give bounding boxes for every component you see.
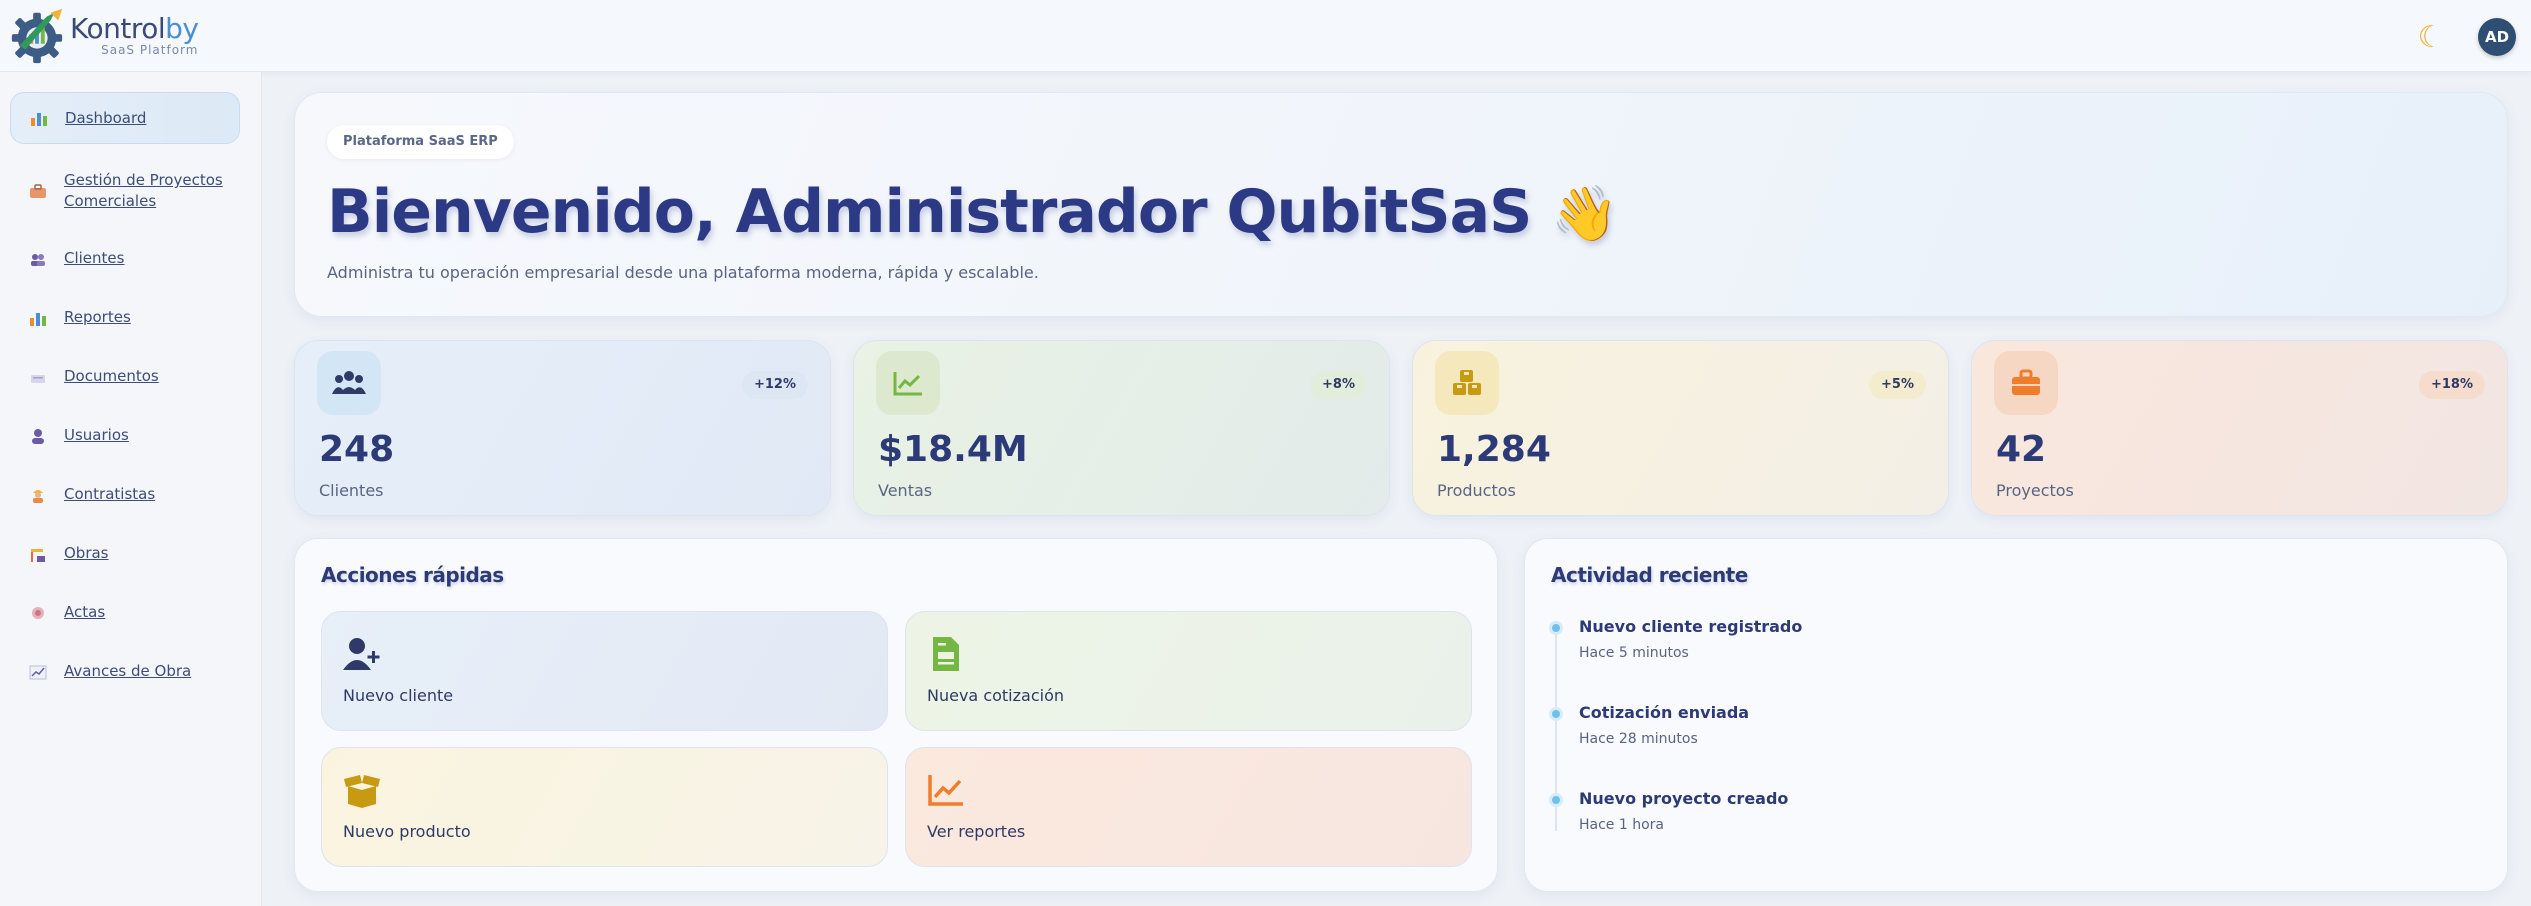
users-icon (317, 351, 381, 415)
brand-tagline: SaaS Platform (101, 42, 199, 57)
activity-title: Nuevo cliente registrado (1579, 617, 1803, 636)
sidebar: Dashboard Gestión de Proyectos Comercial… (0, 72, 262, 906)
quick-actions-panel: Acciones rápidas Nuevo cliente Nueva cot… (294, 538, 1498, 892)
hero-subtitle: Administra tu operación empresarial desd… (327, 263, 1039, 282)
activity-time: Hace 1 hora (1579, 817, 1664, 833)
box-open-icon (344, 775, 380, 808)
welcome-hero: Plataforma SaaS ERP Bienvenido, Administ… (294, 92, 2508, 317)
sidebar-item-reportes[interactable]: Reportes (10, 307, 240, 328)
stat-value: $18.4M (878, 429, 1028, 470)
document-icon (31, 374, 45, 383)
sidebar-item-label: Actas (64, 603, 106, 621)
sidebar-item-clientes[interactable]: Clientes (10, 248, 240, 269)
activity-time: Hace 28 minutos (1579, 731, 1698, 747)
top-bar: Kontrolby SaaS Platform ☾ AD (0, 0, 2531, 72)
sidebar-item-gestion-proyectos[interactable]: Gestión de Proyectos Comerciales (10, 170, 240, 212)
new-client-button[interactable]: Nuevo cliente (321, 611, 888, 731)
action-label: Ver reportes (927, 822, 1026, 841)
timeline-dot (1549, 793, 1563, 807)
stat-value: 42 (1996, 429, 2047, 470)
stat-value: 1,284 (1437, 429, 1551, 470)
status-badge: +8% (1310, 371, 1367, 399)
sidebar-item-label: Obras (64, 544, 109, 562)
stat-card-clientes[interactable]: +12% 248 Clientes (294, 340, 831, 516)
brand-logo[interactable]: Kontrolby SaaS Platform (8, 6, 199, 66)
trend-chart-icon (876, 351, 940, 415)
sidebar-item-label: Avances de Obra (64, 662, 192, 680)
briefcase-icon (1994, 351, 2058, 415)
sidebar-item-contratistas[interactable]: Contratistas (10, 484, 240, 505)
chart-bar-icon (30, 312, 46, 326)
sidebar-item-actas[interactable]: Actas (10, 602, 240, 623)
new-product-button[interactable]: Nuevo producto (321, 747, 888, 867)
waving-hand-icon: 👋 (1551, 182, 1618, 245)
briefcase-icon (30, 184, 46, 198)
progress-chart-icon (29, 665, 47, 679)
recent-activity-title: Actividad reciente (1551, 563, 1748, 587)
sidebar-item-label: Documentos (64, 367, 159, 385)
page-title: Bienvenido, Administrador QubitSaS 👋 (327, 177, 1619, 247)
chart-bar-icon (31, 113, 47, 126)
new-quote-button[interactable]: Nueva cotización (905, 611, 1472, 731)
activity-title: Nuevo proyecto creado (1579, 789, 1789, 808)
stat-value: 248 (319, 429, 395, 470)
user-plus-icon (343, 638, 380, 670)
avatar[interactable]: AD (2478, 18, 2516, 56)
stat-card-ventas[interactable]: +8% $18.4M Ventas (853, 340, 1390, 516)
sidebar-item-label: Gestión de Proyectos Comerciales (64, 171, 223, 210)
logo-gear-icon (11, 8, 63, 64)
activity-time: Hace 5 minutos (1579, 645, 1689, 661)
timeline-dot (1549, 621, 1563, 635)
sidebar-item-label: Contratistas (64, 485, 156, 503)
sidebar-item-label: Usuarios (64, 426, 129, 444)
sidebar-item-label: Clientes (64, 249, 125, 267)
user-icon (32, 428, 44, 444)
sidebar-item-label: Dashboard (65, 108, 147, 127)
sidebar-item-dashboard[interactable]: Dashboard (10, 92, 240, 144)
platform-pill: Plataforma SaaS ERP (327, 125, 514, 159)
sidebar-item-avances-obra[interactable]: Avances de Obra (10, 661, 240, 682)
status-badge: +18% (2418, 371, 2485, 399)
stat-label: Clientes (319, 481, 384, 500)
recent-activity-panel: Actividad reciente Nuevo cliente registr… (1524, 538, 2508, 892)
stat-label: Proyectos (1996, 481, 2074, 500)
moon-icon[interactable]: ☾ (2413, 20, 2449, 56)
view-reports-button[interactable]: Ver reportes (905, 747, 1472, 867)
sidebar-item-documentos[interactable]: Documentos (10, 366, 240, 387)
sidebar-item-label: Reportes (64, 308, 131, 326)
timeline-dot (1549, 707, 1563, 721)
file-invoice-icon (933, 637, 959, 671)
stamp-icon (32, 606, 44, 619)
action-label: Nuevo producto (343, 822, 471, 841)
sidebar-item-usuarios[interactable]: Usuarios (10, 425, 240, 446)
trend-chart-icon (928, 775, 963, 806)
stat-label: Ventas (878, 481, 933, 500)
stat-card-productos[interactable]: +5% 1,284 Productos (1412, 340, 1949, 516)
action-label: Nuevo cliente (343, 686, 454, 705)
stat-label: Productos (1437, 481, 1516, 500)
quick-actions-title: Acciones rápidas (321, 563, 504, 587)
boxes-icon (1435, 351, 1499, 415)
users-icon (31, 253, 45, 266)
action-label: Nueva cotización (927, 686, 1064, 705)
status-badge: +5% (1869, 371, 1926, 399)
activity-title: Cotización enviada (1579, 703, 1750, 722)
sidebar-item-obras[interactable]: Obras (10, 543, 240, 564)
brand-name: Kontrolby (70, 11, 199, 45)
status-badge: +12% (741, 371, 808, 399)
worker-icon (33, 489, 43, 503)
construction-icon (31, 548, 45, 562)
stat-card-proyectos[interactable]: +18% 42 Proyectos (1971, 340, 2508, 516)
